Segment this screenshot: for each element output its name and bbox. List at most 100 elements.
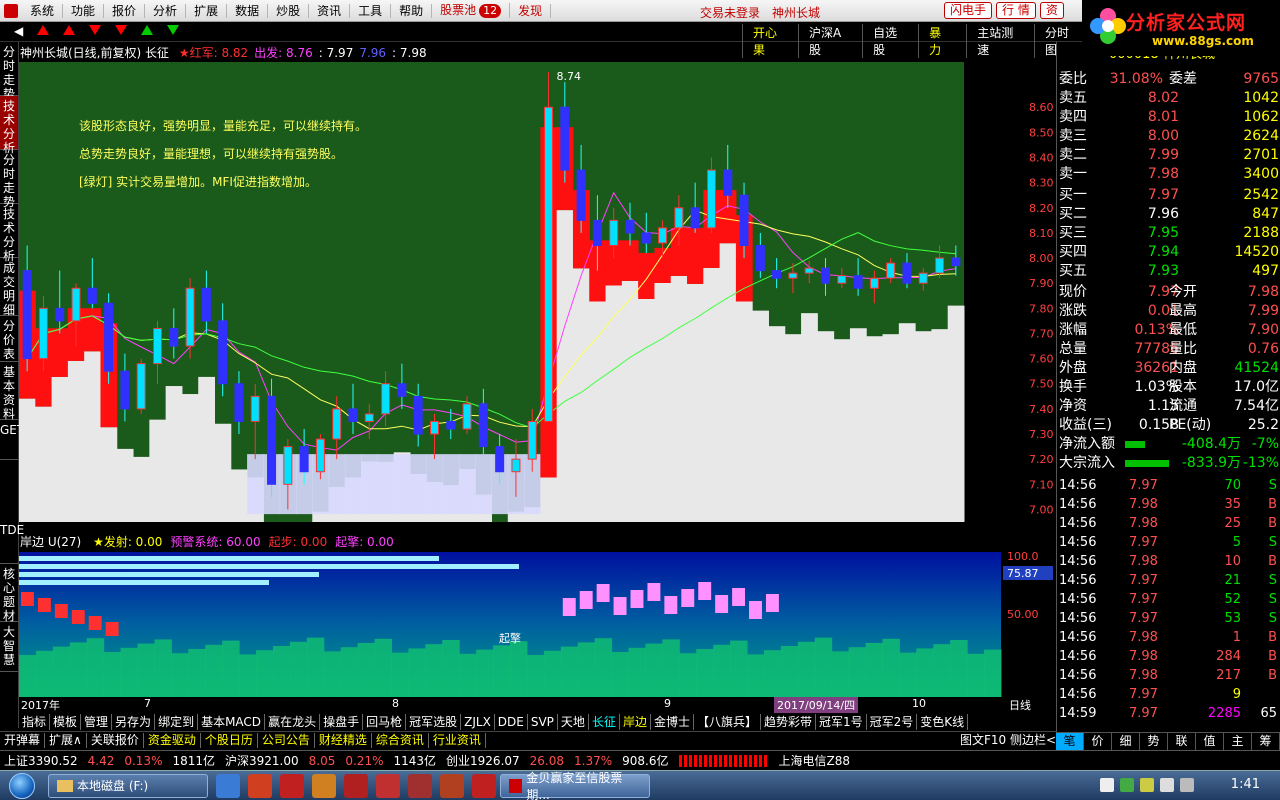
ltab-technical-2[interactable]: 技术分析	[0, 204, 18, 263]
app-icon-1[interactable]	[248, 773, 272, 798]
indicator-tab[interactable]: 天地	[558, 714, 589, 730]
info-tab[interactable]: 关联报价	[87, 733, 144, 748]
left-arrow-icon[interactable]: ◀	[14, 25, 23, 37]
f10-sidebar-tab[interactable]: 图文F10 侧边栏<	[956, 733, 1062, 748]
ltab-core-theme[interactable]: 核心题材	[0, 564, 18, 623]
ltab-get[interactable]: GET	[0, 420, 24, 460]
indicator-tab[interactable]: 管理	[81, 714, 113, 730]
ltab-intraday[interactable]: 分时走势	[0, 42, 18, 101]
clock[interactable]: 1:41	[1231, 777, 1260, 792]
volume-icon[interactable]	[1180, 778, 1194, 792]
indicator-tab[interactable]: 赢在龙头	[265, 714, 321, 730]
green-up-arrow-icon[interactable]	[141, 25, 154, 35]
quote-button[interactable]: 行 情	[996, 2, 1036, 19]
network-icon[interactable]	[1160, 778, 1174, 792]
tray-icon-3[interactable]	[1140, 778, 1154, 792]
ltab-basic-info[interactable]: 基本资料	[0, 362, 18, 421]
sh-index[interactable]: 上证3390.52	[4, 752, 78, 769]
ltab-dzh[interactable]: 大智慧	[0, 622, 18, 672]
indicator-tab[interactable]: 指标	[19, 714, 51, 730]
period-label[interactable]: 日线	[1009, 697, 1031, 713]
menu-data[interactable]: 数据	[227, 3, 269, 18]
app-icon-8[interactable]	[472, 773, 496, 798]
menu-help[interactable]: 帮助	[391, 3, 433, 18]
start-button[interactable]	[0, 771, 44, 800]
app-icon-7[interactable]	[440, 773, 464, 798]
task-folder[interactable]: 本地磁盘 (F:)	[48, 773, 208, 798]
menu-trade[interactable]: 炒股	[268, 3, 310, 18]
app-icon-4[interactable]	[344, 773, 368, 798]
app-icon-3[interactable]	[312, 773, 336, 798]
info-button[interactable]: 资	[1039, 2, 1064, 19]
info-tab[interactable]: 公司公告	[258, 733, 315, 748]
indicator-tab[interactable]: 趋势彩带	[761, 714, 817, 730]
indicator-tab[interactable]: 绑定到	[155, 714, 199, 730]
indicator-tab[interactable]: 操盘手	[320, 714, 364, 730]
indicator-tab[interactable]: 【八旗兵】	[694, 714, 761, 730]
info-tab[interactable]: 行业资讯	[429, 733, 486, 748]
quote-tab[interactable]: 值	[1196, 733, 1224, 750]
up-arrow-icon[interactable]	[37, 25, 50, 35]
menu-tools[interactable]: 工具	[350, 3, 392, 18]
bid-label: 买二	[1059, 206, 1087, 222]
quote-tab[interactable]: 筹	[1252, 733, 1280, 750]
indicator-tab[interactable]: 基本MACD	[198, 714, 266, 730]
sz-index[interactable]: 沪深3921.00	[225, 752, 299, 769]
info-tab[interactable]: 扩展∧	[45, 733, 87, 748]
info-tab[interactable]: 财经精选	[315, 733, 372, 748]
flash-button[interactable]: 闪电手	[944, 2, 993, 19]
tray-icon-2[interactable]	[1120, 778, 1134, 792]
indicator-tab[interactable]: 冠军选股	[406, 714, 462, 730]
indicator-tab[interactable]: 岸边	[620, 714, 651, 730]
indicator-tab[interactable]: 模板	[50, 714, 82, 730]
up-arrow-icon-2[interactable]	[63, 25, 76, 35]
app-icon-5[interactable]	[376, 773, 400, 798]
server-name[interactable]: 上海电信Z88	[779, 752, 851, 769]
stock-pool-button[interactable]: 股票池 12	[432, 3, 511, 18]
indicator-tab[interactable]: 冠军2号	[867, 714, 918, 730]
indicator-tab[interactable]: SVP	[528, 714, 558, 730]
discover-button[interactable]: 发现	[510, 3, 552, 18]
menu-analysis[interactable]: 分析	[145, 3, 187, 18]
info-tab[interactable]: 开弹幕	[0, 733, 46, 748]
indicator-tab[interactable]: 长征	[589, 714, 620, 730]
quote-tab[interactable]: 联	[1168, 733, 1196, 750]
app-icon-6[interactable]	[408, 773, 432, 798]
ltab-intraday-2[interactable]: 分时走势	[0, 150, 18, 209]
quote-tab[interactable]: 主	[1224, 733, 1252, 750]
task-app[interactable]: 金贝赢家至信股票期...	[500, 771, 650, 800]
ltab-trades[interactable]: 成交明细	[0, 258, 18, 317]
down-arrow-icon-2[interactable]	[115, 25, 128, 35]
indicator-tab[interactable]: 冠军1号	[816, 714, 867, 730]
indicator-tab[interactable]: 另存为	[112, 714, 156, 730]
menu-extend[interactable]: 扩展	[186, 3, 228, 18]
quote-tab[interactable]: 细	[1112, 733, 1140, 750]
quote-tab[interactable]: 笔	[1056, 733, 1084, 750]
price-chart[interactable]: 8.74 该股形态良好，强势明显，量能充足，可以继续持有。总势走势良好，量能理想…	[19, 62, 1056, 522]
indicator-tab[interactable]: ZJLX	[461, 714, 495, 730]
down-arrow-icon[interactable]	[89, 25, 102, 35]
quote-tab[interactable]: 势	[1140, 733, 1168, 750]
info-tab[interactable]: 资金驱动	[144, 733, 201, 748]
ltab-price-table[interactable]: 分价表	[0, 316, 18, 362]
indicator-tab[interactable]: DDE	[495, 714, 528, 730]
menu-quote[interactable]: 报价	[104, 3, 146, 18]
indicator-chart[interactable]: 起擎 100.0 75.87 50.00	[19, 552, 1056, 697]
indicator-tab[interactable]: 金博士	[651, 714, 694, 730]
tray-icon-1[interactable]	[1100, 778, 1114, 792]
green-down-arrow-icon[interactable]	[167, 25, 180, 35]
menu-function[interactable]: 功能	[63, 3, 105, 18]
ltab-tde[interactable]: TDE	[0, 520, 24, 564]
indicator-tab[interactable]: 变色K线	[917, 714, 969, 730]
menu-news[interactable]: 资讯	[309, 3, 351, 18]
menu-system[interactable]: 系统	[22, 3, 64, 18]
app-icon-2[interactable]	[280, 773, 304, 798]
ie-icon[interactable]	[216, 773, 240, 798]
quote-tab[interactable]: 价	[1084, 733, 1112, 750]
indicator-tab[interactable]: 回马枪	[363, 714, 407, 730]
info-tab[interactable]: 个股日历	[201, 733, 258, 748]
login-status[interactable]: 交易未登录	[700, 4, 760, 21]
cy-index[interactable]: 创业1926.07	[446, 752, 520, 769]
ltab-technical[interactable]: 技术分析	[0, 96, 18, 155]
info-tab[interactable]: 综合资讯	[372, 733, 429, 748]
